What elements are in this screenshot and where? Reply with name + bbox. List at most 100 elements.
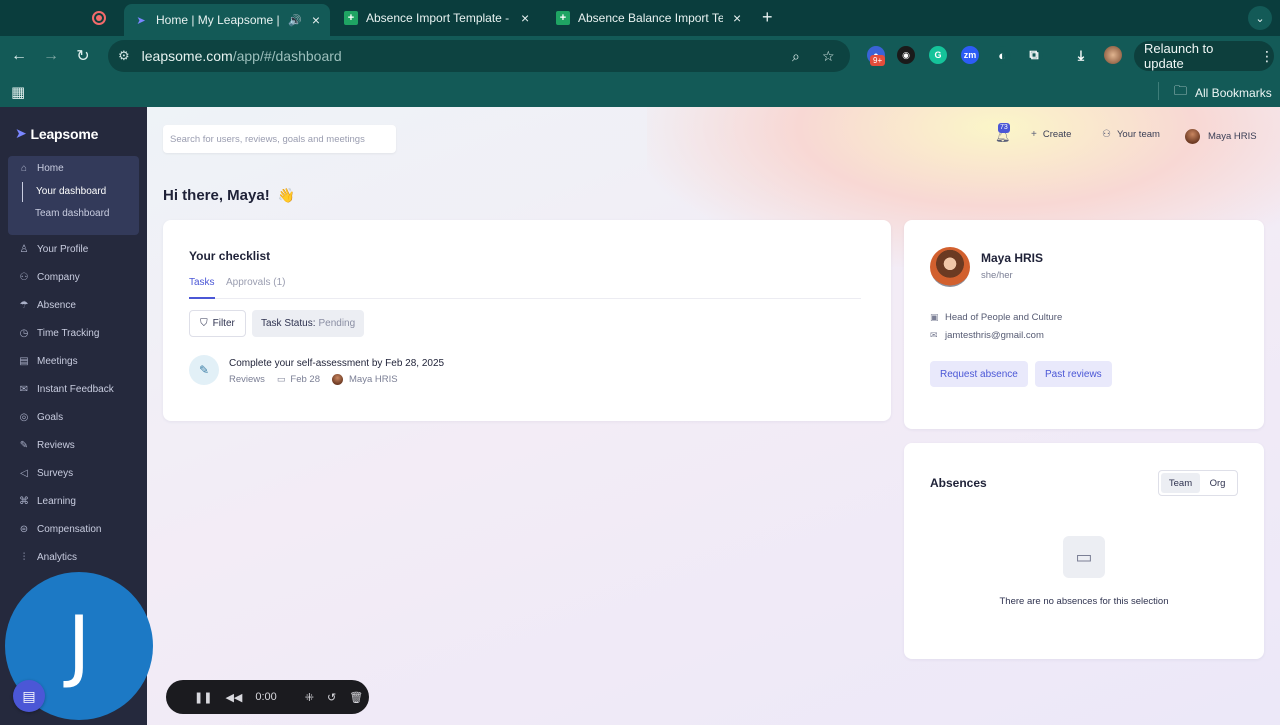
checklist-title: Your checklist [189,249,271,263]
profile-avatar[interactable] [1104,46,1122,64]
calendar-icon: ▤ [19,356,29,367]
url-path: /app/#/dashboard [232,48,342,64]
drag-handle-icon[interactable]: ⁜ [305,691,314,704]
profile-email: ✉ jamtesthris@gmail.com [930,330,1044,341]
recording-timer: 0:00 [255,691,277,703]
sidebar-item-label: Compensation [37,524,102,535]
umbrella-icon: ☂ [19,300,29,311]
extension-icon[interactable]: ◐ [993,46,1011,64]
sidebar-item-instant-feedback[interactable]: ✉ Instant Feedback [18,384,114,395]
target-icon: ◎ [19,412,29,423]
sidebar-item-time-tracking[interactable]: ◷ Time Tracking [18,328,100,339]
relaunch-to-update-button[interactable]: Relaunch to update ⋮ [1134,41,1274,71]
money-icon: ⊜ [19,524,29,535]
sidebar-item-label: Goals [37,412,64,423]
zoom-icon[interactable]: ⌕ [792,48,800,65]
sidebar-item-home[interactable]: ⌂ Home [18,163,64,174]
all-bookmarks-button[interactable]: 🗀 All Bookmarks [1174,82,1272,104]
apps-grid-icon[interactable]: ▦ [11,83,25,101]
sidebar-item-label: Learning [37,496,76,507]
puzzle-icon[interactable]: ⧉ [1025,46,1043,64]
bookmarks-bar: ▦ 🗀 All Bookmarks [0,76,1280,107]
profile-name[interactable]: Maya HRIS [981,251,1043,265]
checklist-tabs: Tasks Approvals (1) [189,277,861,299]
trash-icon[interactable]: 🗑︎ [349,691,363,704]
sidebar-item-company[interactable]: ⚇ Company [18,272,80,283]
tab-search-chevron-icon[interactable]: ⌄ [1248,6,1272,30]
pause-icon[interactable]: ❚❚ [194,691,212,704]
email-text: jamtesthris@gmail.com [945,330,1044,341]
wave-emoji-icon: 👋 [277,187,296,203]
task-owner: Maya HRIS [349,374,398,385]
create-button[interactable]: + Create [1031,129,1071,140]
checklist-card: Your checklist Tasks Approvals (1) ⛉ Fil… [163,220,891,421]
toggle-team[interactable]: Team [1161,473,1200,493]
status-key: Task Status: [261,318,316,329]
sidebar-item-learning[interactable]: ⌘ Learning [18,496,76,507]
tab-tasks[interactable]: Tasks [189,277,215,299]
request-absence-button[interactable]: Request absence [930,361,1028,387]
sidebar-item-label: Company [37,272,80,283]
close-tab-icon[interactable]: × [312,12,320,28]
tab-absence-balance-import[interactable]: + Absence Balance Import Temp × [546,4,754,32]
task-title[interactable]: Complete your self-assessment by Feb 28,… [229,358,444,369]
sidebar-item-surveys[interactable]: ◁ Surveys [18,468,73,479]
tab-leapsome-home[interactable]: ➤ Home | My Leapsome | Le 🔊 × [124,4,330,36]
sidebar-item-label: Home [37,163,64,174]
feedback-icon: ✉ [19,384,29,395]
megaphone-icon: ◁ [20,468,28,479]
sidebar-item-label: Instant Feedback [37,384,114,395]
empty-state-text: There are no absences for this selection [999,596,1169,607]
sidebar-item-your-dashboard[interactable]: Your dashboard [22,182,106,202]
forward-icon[interactable]: → [39,44,63,68]
past-reviews-button[interactable]: Past reviews [1035,361,1112,387]
restart-icon[interactable]: ↺ [327,691,336,704]
sidebar-item-meetings[interactable]: ▤ Meetings [18,356,77,367]
more-menu-icon[interactable]: ⋮ [1260,48,1274,65]
avatar[interactable] [930,247,970,287]
sidebar-item-absence[interactable]: ☂ Absence [18,300,76,311]
pencil-icon: ✎ [19,440,29,451]
address-bar[interactable]: ⚙ leapsome.com/app/#/dashboard ⌕ ☆ [108,40,850,72]
bookmark-star-icon[interactable]: ☆ [822,48,835,65]
relaunch-label: Relaunch to update [1144,41,1214,71]
reload-icon[interactable]: ↻ [71,44,95,68]
sidebar-item-reviews[interactable]: ✎ Reviews [18,440,75,451]
absences-title: Absences [930,476,987,490]
task-status-filter-chip[interactable]: Task Status: Pending [252,310,365,337]
chat-icon[interactable]: ▤ [13,680,45,712]
your-team-button[interactable]: ⚇ Your team [1102,129,1160,140]
briefcase-icon: ▣ [930,312,939,322]
absences-scope-toggle: Team Org [1158,470,1238,496]
sidebar-item-analytics[interactable]: ⫶ Analytics [18,552,77,563]
filter-label: Filter [212,318,235,329]
url-text[interactable]: leapsome.com/app/#/dashboard [142,48,342,64]
rewind-icon[interactable]: ◀◀ [225,691,242,704]
close-tab-icon[interactable]: × [521,10,529,26]
sidebar-item-goals[interactable]: ◎ Goals [18,412,64,423]
close-tab-icon[interactable]: × [733,10,741,26]
avatar [1185,129,1200,144]
sidebar-item-your-profile[interactable]: ♙ Your Profile [18,244,89,255]
tab-approvals[interactable]: Approvals (1) [226,277,285,299]
your-team-label: Your team [1116,129,1160,140]
sidebar-item-compensation[interactable]: ⊜ Compensation [18,524,102,535]
back-icon[interactable]: ← [7,44,31,68]
new-tab-button[interactable]: + [762,7,773,28]
zoom-extension-icon[interactable]: zm [961,46,979,64]
tab-absence-import[interactable]: + Absence Import Template - G × [334,4,542,32]
user-menu-button[interactable]: Maya HRIS [1185,129,1257,144]
extension-icon[interactable]: ◉ [897,46,915,64]
task-meta: Reviews ▭ Feb 28 Maya HRIS [229,374,398,385]
toggle-org[interactable]: Org [1200,473,1235,493]
site-info-icon[interactable]: ⚙ [118,48,130,64]
grammarly-icon[interactable]: G [929,46,947,64]
search-input[interactable]: Search for users, reviews, goals and mee… [163,125,396,153]
download-icon[interactable]: ⤓ [1072,46,1090,64]
leapsome-logo[interactable]: ➤ Leapsome [15,125,98,142]
sidebar-item-team-dashboard[interactable]: Team dashboard [22,204,110,224]
audio-icon[interactable]: 🔊 [288,14,302,27]
profile-job-title: ▣ Head of People and Culture [930,312,1062,323]
filter-button[interactable]: ⛉ Filter [189,310,246,337]
recording-indicator-icon[interactable] [92,11,106,25]
